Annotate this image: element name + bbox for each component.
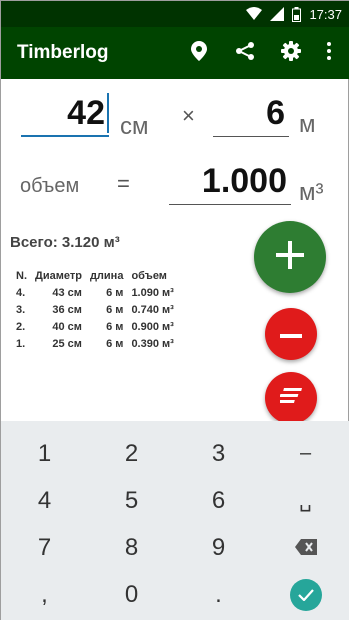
location-pin-icon: [191, 40, 207, 66]
location-button[interactable]: [176, 30, 222, 76]
key-period[interactable]: .: [175, 571, 262, 618]
row-volume: 0.900 м³: [131, 320, 174, 333]
key-space[interactable]: ␣: [262, 477, 349, 524]
signal-icon: [270, 7, 285, 21]
table-row[interactable]: 4. 43 см 6 м 1.090 м³: [12, 284, 178, 301]
row-length: 6 м: [106, 320, 124, 333]
app-bar: Timberlog: [1, 27, 349, 79]
key-9[interactable]: 9: [175, 524, 262, 571]
key-8[interactable]: 8: [88, 524, 175, 571]
key-4[interactable]: 4: [1, 477, 88, 524]
table-row[interactable]: 1. 25 см 6 м 0.390 м³: [12, 335, 178, 352]
diameter-unit: см: [120, 113, 149, 140]
row-length: 6 м: [106, 337, 124, 350]
log-table: N. Диаметр длина объем 4. 43 см 6 м 1.09…: [12, 267, 178, 352]
share-button[interactable]: [222, 30, 268, 76]
minus-icon: [280, 325, 302, 343]
key-3[interactable]: 3: [175, 430, 262, 477]
key-done[interactable]: [262, 571, 349, 618]
row-number: 4.: [16, 286, 26, 299]
row-number: 1.: [16, 337, 26, 350]
table-row[interactable]: 2. 40 см 6 м 0.900 м³: [12, 318, 178, 335]
overflow-menu-button[interactable]: [314, 30, 344, 76]
calculator-panel: 42 см × 6 м объем = 1.000 м³ Всего: 3.12…: [1, 79, 349, 424]
backspace-icon: [294, 534, 317, 562]
remove-log-button[interactable]: [265, 308, 317, 360]
length-unit: м: [299, 111, 316, 138]
row-diameter: 36 см: [52, 303, 82, 316]
more-vertical-icon: [327, 41, 331, 65]
gear-icon: [281, 40, 301, 66]
volume-label: объем: [20, 175, 80, 197]
clear-list-button[interactable]: [265, 372, 317, 424]
status-bar: 17:37: [1, 1, 349, 27]
checkmark-icon: [289, 578, 322, 611]
clear-all-icon: [275, 387, 302, 409]
key-6[interactable]: 6: [175, 477, 262, 524]
row-diameter: 25 см: [52, 337, 82, 350]
diameter-input[interactable]: 42: [21, 91, 109, 137]
key-backspace[interactable]: [262, 524, 349, 571]
row-diameter: 43 см: [52, 286, 82, 299]
text-cursor: [107, 93, 109, 133]
row-diameter: 40 см: [52, 320, 82, 333]
wifi-icon: [246, 7, 263, 21]
row-volume: 1.090 м³: [131, 286, 174, 299]
total-volume: Всего: 3.120 м³: [10, 234, 120, 251]
volume-unit: м³: [299, 179, 324, 206]
key-7[interactable]: 7: [1, 524, 88, 571]
status-time: 17:37: [309, 6, 342, 22]
volume-output: 1.000: [169, 159, 291, 205]
row-number: 3.: [16, 303, 26, 316]
key-comma[interactable]: ,: [1, 571, 88, 618]
row-length: 6 м: [106, 286, 124, 299]
add-log-button[interactable]: [254, 221, 326, 293]
row-volume: 0.740 м³: [131, 303, 174, 316]
row-length: 6 м: [106, 303, 124, 316]
app-title: Timberlog: [17, 42, 109, 63]
key-minus[interactable]: –: [262, 430, 349, 477]
share-icon: [235, 41, 255, 66]
column-header: длина: [89, 269, 124, 282]
table-row[interactable]: 3. 36 см 6 м 0.740 м³: [12, 301, 178, 318]
key-2[interactable]: 2: [88, 430, 175, 477]
key-1[interactable]: 1: [1, 430, 88, 477]
settings-button[interactable]: [268, 30, 314, 76]
key-5[interactable]: 5: [88, 477, 175, 524]
column-header: объем: [131, 269, 167, 282]
battery-icon: [292, 6, 302, 22]
numeric-keyboard: 1 2 3 – 4 5 6 ␣ 7 8 9 , 0 .: [1, 421, 349, 620]
plus-icon: [276, 240, 304, 274]
multiply-sign: ×: [182, 103, 195, 128]
column-header: Диаметр: [35, 269, 82, 282]
row-volume: 0.390 м³: [131, 337, 174, 350]
equals-sign: =: [117, 171, 130, 196]
row-number: 2.: [16, 320, 26, 333]
length-input[interactable]: 6: [213, 91, 289, 137]
key-0[interactable]: 0: [88, 571, 175, 618]
table-header-row: N. Диаметр длина объем: [12, 267, 178, 284]
column-header: N.: [16, 269, 27, 282]
